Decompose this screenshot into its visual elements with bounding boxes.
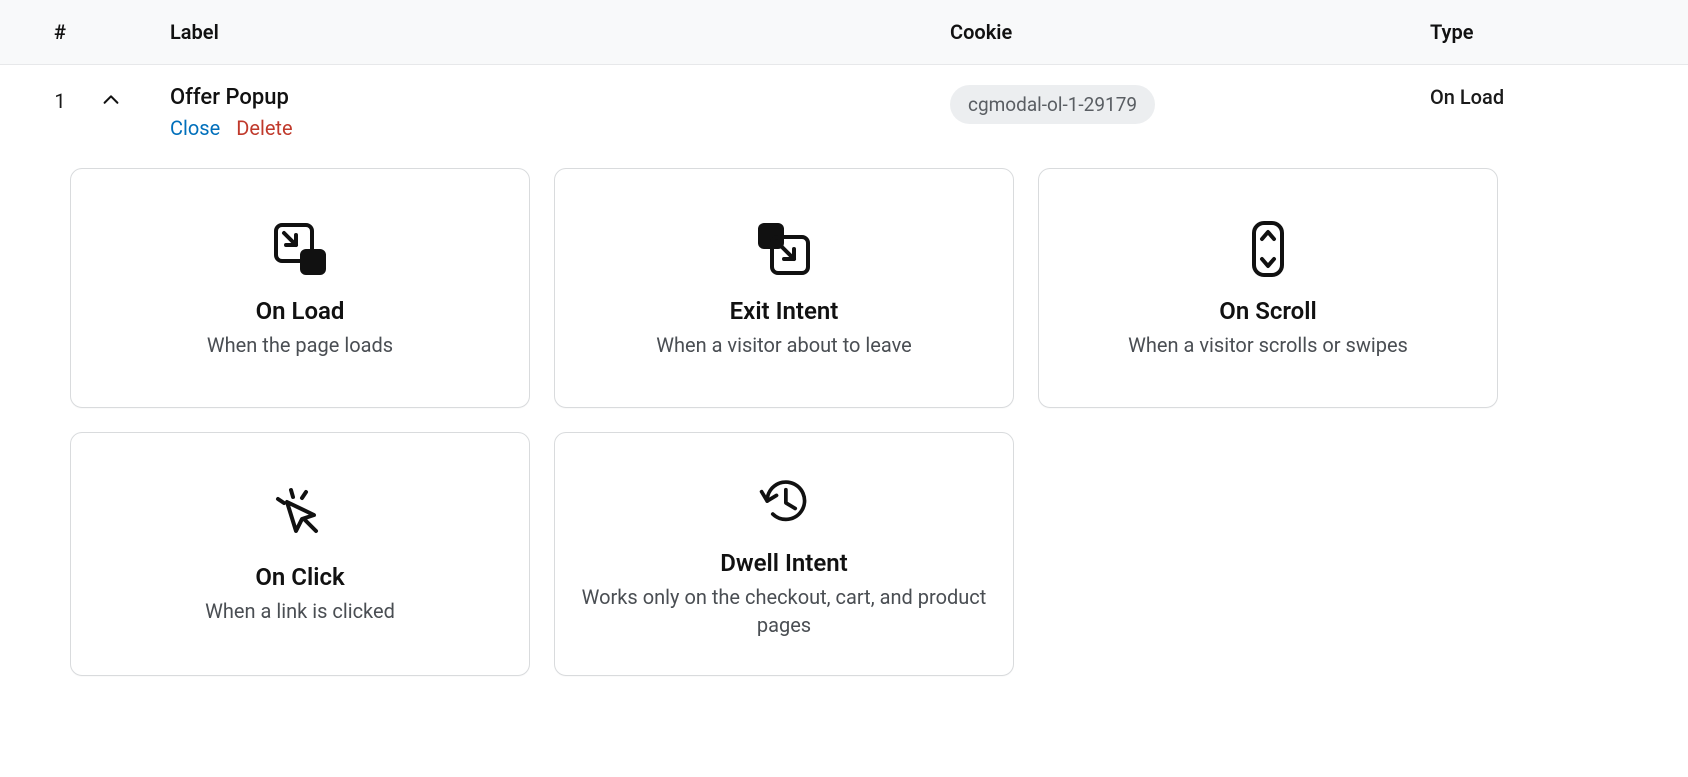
- table-header: # Label Cookie Type: [0, 0, 1688, 65]
- history-icon: [756, 471, 812, 531]
- picture-in-picture-exit-icon: [754, 219, 814, 279]
- header-cookie: Cookie: [950, 20, 1430, 44]
- header-label: Label: [170, 20, 950, 44]
- card-on-load[interactable]: On Load When the page loads: [70, 168, 530, 408]
- card-title: On Scroll: [1219, 297, 1316, 325]
- card-desc: When the page loads: [207, 331, 393, 359]
- card-title: Exit Intent: [730, 297, 839, 325]
- picture-in-picture-icon: [270, 219, 330, 279]
- header-hash: #: [0, 20, 100, 44]
- delete-link[interactable]: Delete: [236, 116, 292, 140]
- scroll-icon: [1248, 219, 1288, 279]
- card-on-click[interactable]: On Click When a link is clicked: [70, 432, 530, 676]
- header-type: Type: [1430, 20, 1630, 44]
- card-exit-intent[interactable]: Exit Intent When a visitor about to leav…: [554, 168, 1014, 408]
- row-number: 1: [0, 85, 100, 113]
- row-type: On Load: [1430, 85, 1630, 109]
- card-desc: Works only on the checkout, cart, and pr…: [579, 583, 989, 639]
- chevron-up-icon[interactable]: [100, 89, 122, 111]
- trigger-cards-grid: On Load When the page loads Exit Intent …: [0, 148, 1688, 716]
- card-on-scroll[interactable]: On Scroll When a visitor scrolls or swip…: [1038, 168, 1498, 408]
- card-title: On Load: [256, 297, 345, 325]
- table-row: 1 Offer Popup Close Delete cgmodal-ol-1-…: [0, 65, 1688, 148]
- card-desc: When a link is clicked: [205, 597, 395, 625]
- card-dwell-intent[interactable]: Dwell Intent Works only on the checkout,…: [554, 432, 1014, 676]
- card-desc: When a visitor about to leave: [656, 331, 912, 359]
- cursor-click-icon: [270, 485, 330, 545]
- card-title: Dwell Intent: [720, 549, 847, 577]
- cookie-badge: cgmodal-ol-1-29179: [950, 85, 1155, 124]
- card-title: On Click: [255, 563, 344, 591]
- row-label: Offer Popup: [170, 85, 950, 110]
- close-link[interactable]: Close: [170, 116, 220, 140]
- card-desc: When a visitor scrolls or swipes: [1128, 331, 1408, 359]
